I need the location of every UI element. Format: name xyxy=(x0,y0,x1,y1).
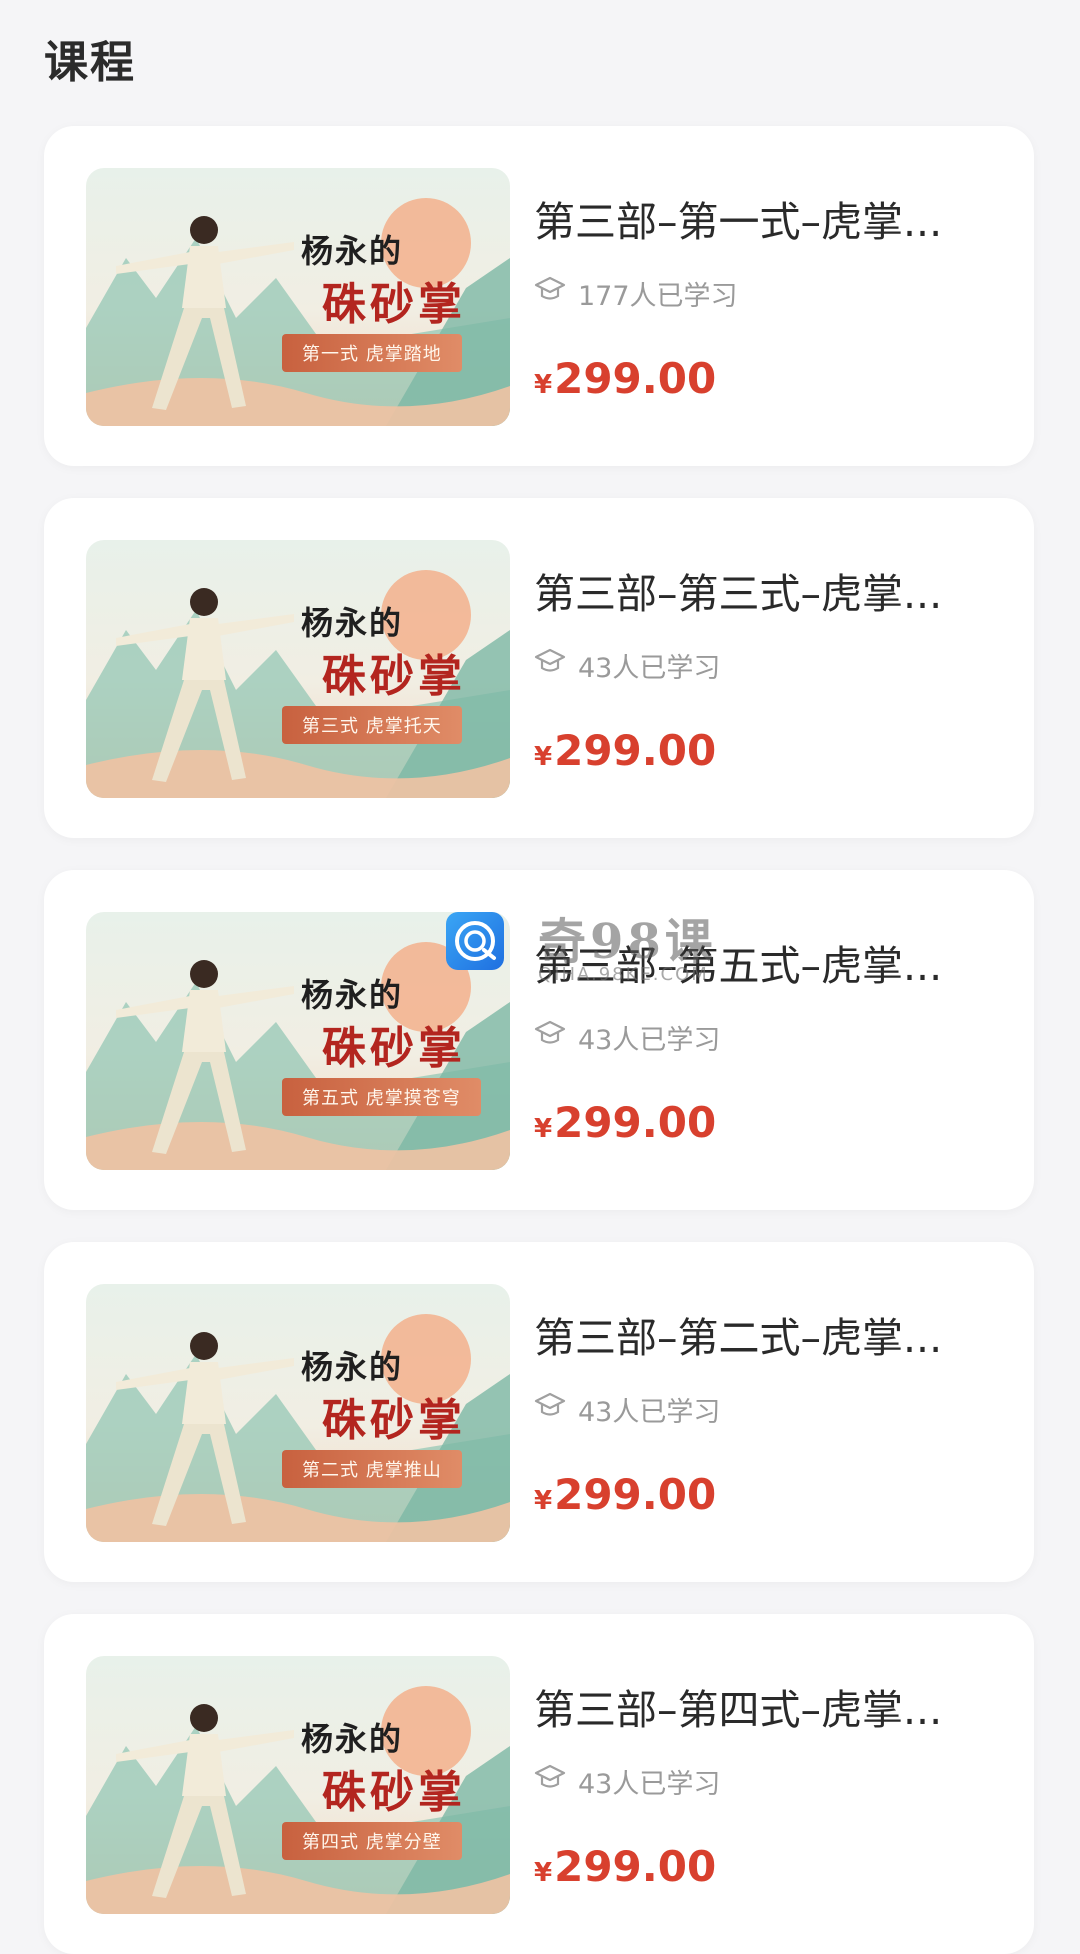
thumbnail-subtitle: 第一式 虎掌踏地 xyxy=(282,334,462,372)
price-amount: 299.00 xyxy=(554,1842,717,1891)
course-thumbnail: 杨永的 硃砂掌 第四式 虎掌分壁 xyxy=(86,1656,510,1914)
thumbnail-name: 硃砂掌 xyxy=(322,1767,466,1818)
learner-count-text: 43人已学习 xyxy=(578,1025,721,1056)
learner-count: 177人已学习 xyxy=(534,274,738,313)
course-title[interactable]: 第三部–第一式–虎掌... xyxy=(534,188,994,248)
course-thumbnail: 杨永的 硃砂掌 第三式 虎掌托天 xyxy=(86,540,510,798)
price-amount: 299.00 xyxy=(554,354,717,403)
thumbnail-subtitle: 第五式 虎掌摸苍穹 xyxy=(282,1078,481,1116)
graduation-cap-icon xyxy=(534,1763,566,1800)
page-title: 课程 xyxy=(44,37,136,88)
price: ¥299.00 xyxy=(534,354,716,403)
course-card[interactable]: 杨永的 硃砂掌 第三式 虎掌托天 第三部–第三式–虎掌... 43人已学习 ¥2… xyxy=(44,498,1034,838)
thumbnail-brand: 杨永的 xyxy=(301,604,404,642)
course-card[interactable]: 杨永的 硃砂掌 第二式 虎掌推山 第三部–第二式–虎掌... 43人已学习 ¥2… xyxy=(44,1242,1034,1582)
thumbnail-subtitle: 第四式 虎掌分壁 xyxy=(282,1822,462,1860)
watermark-logo-icon xyxy=(446,912,504,970)
course-card[interactable]: 杨永的 硃砂掌 第四式 虎掌分壁 第三部–第四式–虎掌... 43人已学习 ¥2… xyxy=(44,1614,1034,1954)
price: ¥299.00 xyxy=(534,1842,716,1891)
learner-count-text: 43人已学习 xyxy=(578,1397,721,1428)
course-card[interactable]: 杨永的 硃砂掌 第一式 虎掌踏地 第三部–第一式–虎掌... 177人已学习 ¥… xyxy=(44,126,1034,466)
currency-symbol: ¥ xyxy=(534,742,553,772)
price: ¥299.00 xyxy=(534,1470,716,1519)
graduation-cap-icon xyxy=(534,1391,566,1428)
graduation-cap-icon xyxy=(534,647,566,684)
thumbnail-brand: 杨永的 xyxy=(301,232,404,270)
price-amount: 299.00 xyxy=(554,726,717,775)
graduation-cap-icon xyxy=(534,1019,566,1056)
price: ¥299.00 xyxy=(534,1098,716,1147)
currency-symbol: ¥ xyxy=(534,1486,553,1516)
learner-count: 43人已学习 xyxy=(534,1390,720,1429)
course-title[interactable]: 第三部–第三式–虎掌... xyxy=(534,560,994,620)
learner-count: 43人已学习 xyxy=(534,1762,720,1801)
price-amount: 299.00 xyxy=(554,1470,717,1519)
watermark: 奇98课 QIHA.98KE.COM xyxy=(446,900,746,990)
watermark-text: 奇98课 xyxy=(538,914,717,970)
thumbnail-subtitle: 第二式 虎掌推山 xyxy=(282,1450,462,1488)
watermark-url: QIHA.98KE.COM xyxy=(538,964,709,985)
currency-symbol: ¥ xyxy=(534,1858,553,1888)
learner-count-text: 43人已学习 xyxy=(578,653,721,684)
thumbnail-brand: 杨永的 xyxy=(301,976,404,1014)
price-amount: 299.00 xyxy=(554,1098,717,1147)
course-title[interactable]: 第三部–第二式–虎掌... xyxy=(534,1304,994,1364)
thumbnail-name: 硃砂掌 xyxy=(322,651,466,702)
currency-symbol: ¥ xyxy=(534,370,553,400)
thumbnail-subtitle: 第三式 虎掌托天 xyxy=(282,706,462,744)
thumbnail-name: 硃砂掌 xyxy=(322,1023,466,1074)
currency-symbol: ¥ xyxy=(534,1114,553,1144)
thumbnail-name: 硃砂掌 xyxy=(322,1395,466,1446)
learner-count-text: 43人已学习 xyxy=(578,1769,721,1800)
course-thumbnail: 杨永的 硃砂掌 第二式 虎掌推山 xyxy=(86,1284,510,1542)
price: ¥299.00 xyxy=(534,726,716,775)
course-thumbnail: 杨永的 硃砂掌 第一式 虎掌踏地 xyxy=(86,168,510,426)
thumbnail-name: 硃砂掌 xyxy=(322,279,466,330)
thumbnail-brand: 杨永的 xyxy=(301,1720,404,1758)
learner-count: 43人已学习 xyxy=(534,1018,720,1057)
thumbnail-brand: 杨永的 xyxy=(301,1348,404,1386)
graduation-cap-icon xyxy=(534,275,566,312)
learner-count-text: 177人已学习 xyxy=(578,281,738,312)
course-title[interactable]: 第三部–第四式–虎掌... xyxy=(534,1676,994,1736)
learner-count: 43人已学习 xyxy=(534,646,720,685)
